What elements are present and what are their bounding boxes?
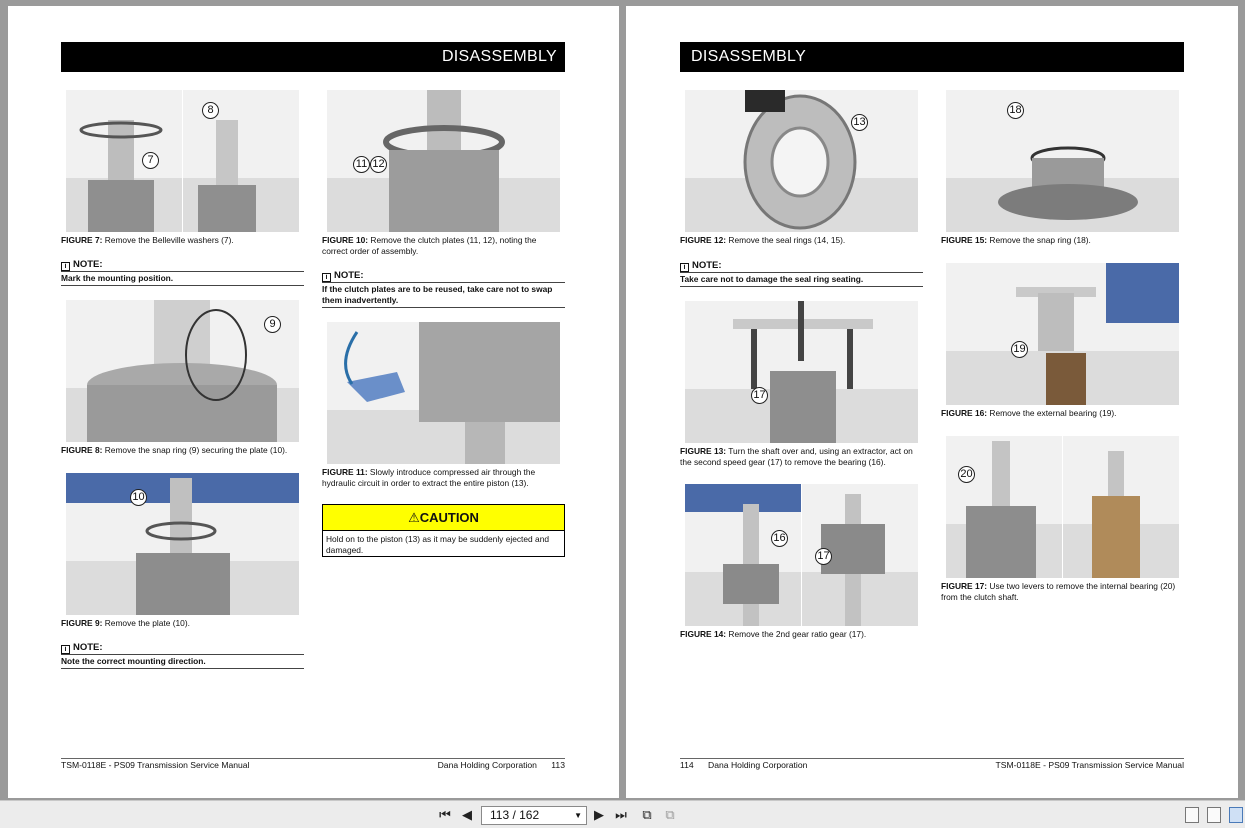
section-header: DISASSEMBLY (680, 42, 1184, 72)
figure-9-caption: FIGURE 9: Remove the plate (10). (61, 618, 190, 628)
footer-right: Dana Holding Corporation 113 (437, 760, 565, 770)
bearing-illustration (966, 441, 1140, 578)
shaft-illustration (66, 473, 299, 615)
figure-13-caption: FIGURE 13: Turn the shaft over and, usin… (680, 446, 913, 467)
caution-box: ⚠CAUTION Hold on to the piston (13) as i… (322, 504, 565, 557)
note-heading: i NOTE: (61, 259, 304, 272)
callout-17: 17 (815, 548, 832, 565)
figure-14-image: 16 17 (685, 484, 918, 626)
note-text: If the clutch plates are to be reused, t… (322, 283, 565, 308)
callout-20: 20 (958, 466, 975, 483)
figure-9-image: 10 (66, 473, 299, 615)
figure-11-image (327, 322, 560, 464)
extractor-illustration (733, 301, 873, 443)
prev-page-icon[interactable]: ◀ (459, 807, 475, 823)
figure-8-caption: FIGURE 8: Remove the snap ring (9) secur… (61, 445, 288, 455)
figure-12-caption: FIGURE 12: Remove the seal rings (14, 15… (680, 235, 846, 245)
callout-9: 9 (264, 316, 281, 333)
rotate-icon[interactable]: ⧉ (639, 807, 655, 823)
info-icon: i (61, 645, 70, 654)
next-page-icon[interactable]: ▶ (591, 807, 607, 823)
caution-text: Hold on to the piston (13) as it may be … (326, 534, 550, 555)
footer-right: TSM-0118E - PS09 Transmission Service Ma… (995, 760, 1185, 770)
figure-16-caption: FIGURE 16: Remove the external bearing (… (941, 408, 1117, 418)
callout-13: 13 (851, 114, 868, 131)
gear-illustration (685, 484, 885, 626)
caution-heading: ⚠CAUTION (323, 505, 564, 531)
info-icon: i (680, 263, 689, 272)
left-page: DISASSEMBLY 8 7 FIGURE 7: Remove the Bel… (8, 6, 619, 798)
two-page-view-icon[interactable] (1229, 807, 1243, 823)
figure-11-caption: FIGURE 11: Slowly introduce compressed a… (322, 467, 536, 488)
chevron-down-icon: ▼ (574, 811, 582, 820)
callout-17: 17 (751, 387, 768, 404)
page-indicator: 113 / 162 (490, 808, 540, 822)
callout-11: 11 (353, 156, 370, 173)
last-page-icon[interactable]: ⏭ (613, 807, 629, 823)
shaft-illustration (79, 120, 256, 232)
figure-13-image: 17 (685, 301, 918, 443)
figure-10-image: 11 12 (327, 90, 560, 232)
figure-8-image: 9 (66, 300, 299, 442)
callout-18: 18 (1007, 102, 1024, 119)
copy-icon[interactable]: ⧉ (662, 807, 678, 823)
gear-illustration (998, 146, 1138, 220)
footer-left: TSM-0118E - PS09 Transmission Service Ma… (61, 760, 250, 770)
figure-15-caption: FIGURE 15: Remove the snap ring (18). (941, 235, 1091, 245)
figure-12-image: 13 (685, 90, 918, 232)
piston-illustration (743, 90, 857, 230)
figure-7-caption: FIGURE 7: Remove the Belleville washers … (61, 235, 234, 245)
continuous-view-icon[interactable] (1207, 807, 1221, 823)
note-heading: i NOTE: (322, 270, 565, 283)
info-icon: i (322, 273, 331, 282)
viewer-toolbar: ⏮ ◀ 113 / 162 ▼ ▶ ⏭ ⧉ ⧉ (0, 800, 1245, 828)
note-heading: i NOTE: (680, 260, 923, 273)
figure-16-image: 19 (946, 263, 1179, 405)
note-text: Take care not to damage the seal ring se… (680, 273, 923, 287)
callout-10: 10 (130, 489, 147, 506)
page-footer: 114 Dana Holding Corporation TSM-0118E -… (680, 758, 1184, 772)
callout-7: 7 (142, 152, 159, 169)
callout-8: 8 (202, 102, 219, 119)
hammer-illustration (1016, 263, 1179, 405)
callout-16: 16 (771, 530, 788, 547)
air-gun-illustration (344, 322, 560, 464)
section-header: DISASSEMBLY (61, 42, 565, 72)
note-text: Note the correct mounting direction. (61, 655, 304, 669)
info-icon: i (61, 262, 70, 271)
figure-10-caption: FIGURE 10: Remove the clutch plates (11,… (322, 235, 537, 256)
callout-12: 12 (370, 156, 387, 173)
first-page-icon[interactable]: ⏮ (437, 807, 453, 823)
note-text: Mark the mounting position. (61, 272, 304, 286)
callout-19: 19 (1011, 341, 1028, 358)
figure-7-image: 8 7 (66, 90, 299, 232)
right-page: DISASSEMBLY 13 FIGURE 12: Remove the sea… (626, 6, 1238, 798)
figure-17-image: 20 (946, 436, 1179, 578)
figure-14-caption: FIGURE 14: Remove the 2nd gear ratio gea… (680, 629, 867, 639)
note-heading: i NOTE: (61, 642, 304, 655)
page-select[interactable]: 113 / 162 ▼ (481, 806, 587, 825)
page-footer: TSM-0118E - PS09 Transmission Service Ma… (61, 758, 565, 772)
footer-left: 114 Dana Holding Corporation (680, 760, 808, 770)
single-page-view-icon[interactable] (1185, 807, 1199, 823)
figure-17-caption: FIGURE 17: Use two levers to remove the … (941, 581, 1176, 602)
figure-15-image: 18 (946, 90, 1179, 232)
